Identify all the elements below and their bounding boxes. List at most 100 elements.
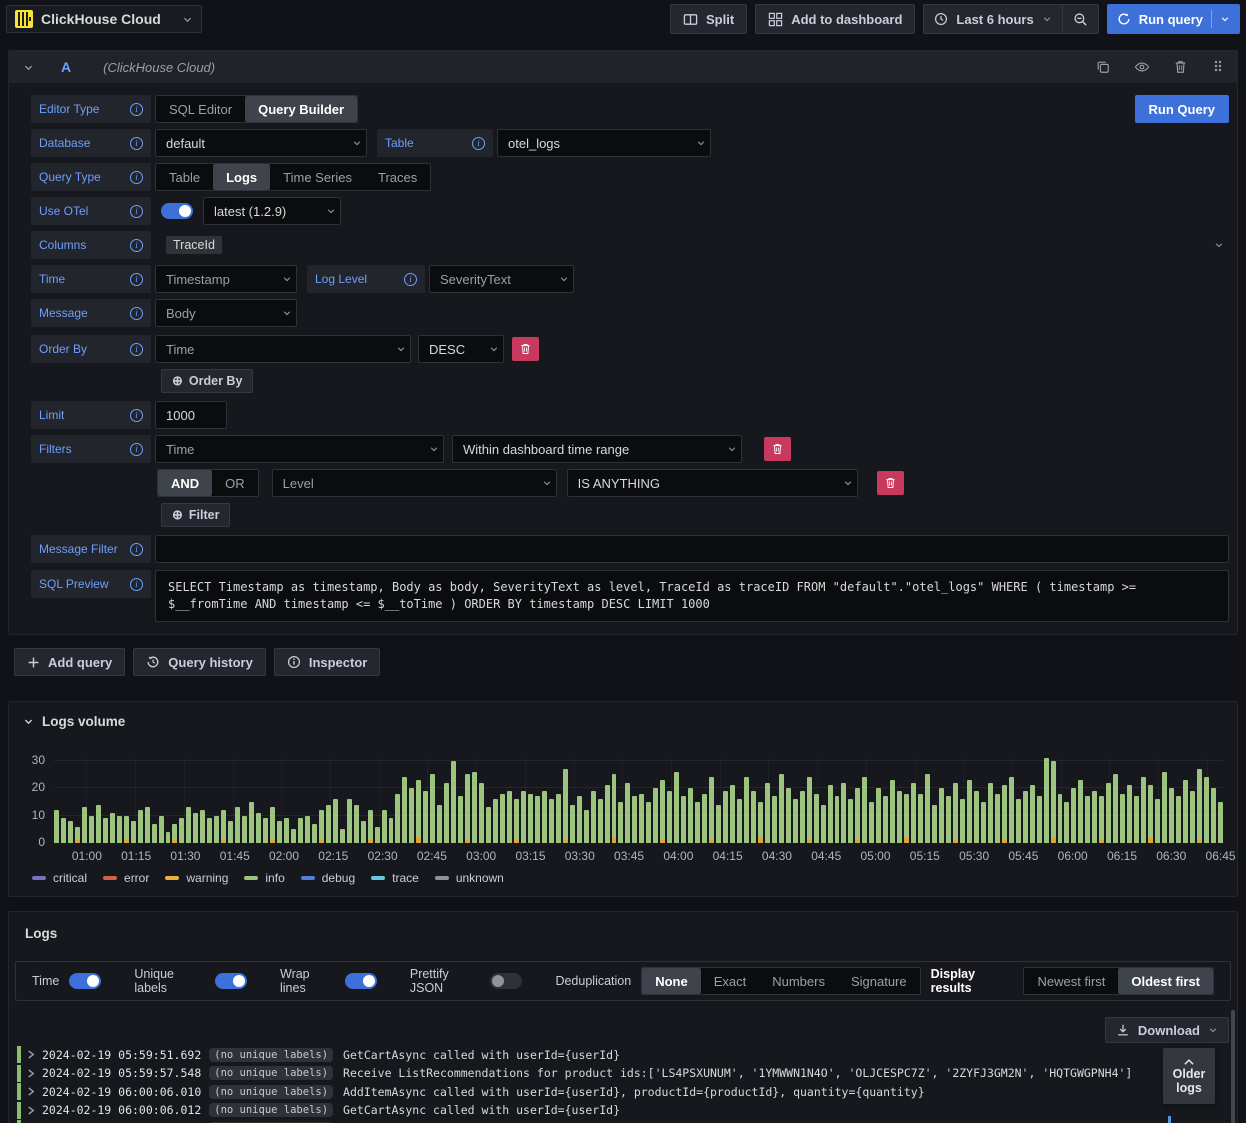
legend-item-unknown[interactable]: unknown [434, 871, 504, 885]
volume-bar[interactable] [883, 796, 889, 843]
info-circle-icon[interactable]: i [130, 204, 143, 218]
volume-bar[interactable] [611, 774, 617, 843]
sql-preview-box[interactable]: SELECT Timestamp as timestamp, Body as b… [155, 570, 1229, 622]
volume-bar[interactable] [451, 760, 457, 843]
columns-multiselect[interactable]: TraceId [155, 231, 1229, 259]
volume-bar[interactable] [918, 793, 924, 843]
volume-bar[interactable] [444, 782, 450, 843]
volume-bar[interactable] [116, 815, 122, 843]
log-row[interactable]: 2024-02-19 05:59:51.692 (no unique labels… [17, 1046, 1231, 1063]
filter-bool-or[interactable]: OR [212, 470, 258, 496]
info-circle-icon[interactable]: i [130, 238, 143, 252]
run-query-inline-button[interactable]: Run Query [1134, 95, 1229, 123]
query-ref-id[interactable]: A [61, 59, 71, 75]
volume-bar[interactable] [966, 779, 972, 843]
copy-icon[interactable] [1096, 60, 1110, 74]
info-circle-icon[interactable]: i [130, 170, 143, 184]
query-type-timeseries[interactable]: Time Series [270, 164, 365, 190]
volume-bar[interactable] [1015, 799, 1021, 843]
volume-bar[interactable] [1217, 801, 1223, 843]
add-order-by-button[interactable]: ⊕ Order By [161, 369, 254, 393]
query-history-button[interactable]: Query history [133, 648, 266, 676]
volume-bar[interactable] [932, 804, 938, 843]
remove-filter-button[interactable] [764, 437, 791, 461]
volume-bar[interactable] [1092, 790, 1098, 843]
volume-bar[interactable] [681, 796, 687, 843]
info-circle-icon[interactable]: i [130, 542, 143, 556]
info-circle-icon[interactable]: i [130, 306, 143, 320]
volume-bar[interactable] [625, 782, 631, 843]
datasource-picker[interactable]: ClickHouse Cloud [6, 5, 202, 33]
volume-bar[interactable] [416, 779, 422, 843]
volume-bar[interactable] [1064, 801, 1070, 843]
display-newest-first[interactable]: Newest first [1024, 968, 1118, 994]
volume-bar[interactable] [297, 818, 303, 843]
volume-bar[interactable] [674, 771, 680, 843]
volume-bar[interactable] [186, 807, 192, 843]
volume-bar[interactable] [1210, 788, 1216, 843]
volume-bar[interactable] [590, 790, 596, 843]
editor-type-builder[interactable]: Query Builder [245, 96, 358, 122]
volume-bar[interactable] [123, 815, 129, 843]
volume-bar[interactable] [409, 788, 415, 843]
volume-bar[interactable] [1162, 771, 1167, 843]
dedup-none[interactable]: None [642, 968, 701, 994]
logs-volume-header[interactable]: Logs volume [9, 702, 1237, 729]
filter-condition-field-select[interactable]: Level [271, 469, 557, 497]
split-button[interactable]: Split [670, 4, 748, 34]
log-level-select[interactable]: SeverityText [429, 265, 574, 293]
volume-bar[interactable] [994, 793, 1000, 843]
volume-bar[interactable] [256, 812, 262, 843]
volume-bar[interactable] [486, 807, 492, 843]
volume-bar[interactable] [144, 807, 150, 843]
zoom-out-button[interactable] [1061, 5, 1098, 33]
volume-bar[interactable] [465, 774, 471, 843]
filter-condition-operator-select[interactable]: IS ANYTHING [566, 469, 858, 497]
filter-field-select[interactable]: Time [155, 435, 444, 463]
volume-bar[interactable] [493, 799, 498, 843]
volume-bar[interactable] [102, 818, 108, 843]
volume-bar[interactable] [60, 818, 66, 843]
volume-bar[interactable] [946, 796, 951, 843]
volume-bar[interactable] [785, 788, 791, 843]
display-oldest-first[interactable]: Oldest first [1118, 968, 1214, 994]
volume-bar[interactable] [897, 790, 903, 843]
volume-bar[interactable] [1099, 796, 1105, 843]
info-circle-icon[interactable]: i [130, 408, 143, 422]
volume-bar[interactable] [639, 793, 645, 843]
legend-item-warning[interactable]: warning [165, 871, 228, 885]
volume-bar[interactable] [792, 799, 798, 843]
volume-bar[interactable] [346, 799, 352, 843]
volume-bar[interactable] [263, 818, 269, 843]
volume-bar[interactable] [74, 826, 80, 843]
volume-bar[interactable] [660, 779, 666, 843]
volume-bar[interactable] [172, 823, 178, 843]
volume-bar[interactable] [869, 801, 875, 843]
log-row[interactable]: 2024-02-19 05:59:57.548 (no unique labels… [17, 1064, 1231, 1082]
volume-bar[interactable] [388, 818, 394, 843]
volume-bar[interactable] [67, 821, 73, 843]
remove-order-by-button[interactable] [512, 337, 539, 361]
volume-bar[interactable] [723, 790, 728, 843]
add-filter-button[interactable]: ⊕ Filter [161, 503, 231, 527]
wrap-lines-toggle[interactable] [344, 973, 377, 989]
volume-bar[interactable] [841, 782, 847, 843]
volume-bar[interactable] [1134, 796, 1140, 843]
volume-bar[interactable] [353, 804, 359, 843]
time-toggle[interactable] [69, 973, 102, 989]
volume-bar[interactable] [653, 788, 659, 843]
volume-bar[interactable] [158, 815, 164, 843]
inspector-button[interactable]: Inspector [273, 648, 381, 676]
volume-bar[interactable] [1182, 779, 1188, 843]
unique-labels-toggle[interactable] [214, 973, 247, 989]
volume-bar[interactable] [1169, 788, 1174, 843]
volume-bar[interactable] [151, 823, 157, 843]
volume-bar[interactable] [88, 815, 94, 843]
remove-condition-button[interactable] [876, 471, 904, 495]
volume-bar[interactable] [757, 801, 763, 843]
volume-bar[interactable] [479, 782, 485, 843]
dedup-numbers[interactable]: Numbers [759, 968, 838, 994]
volume-bar[interactable] [952, 782, 958, 843]
logs-scrollbar[interactable] [1231, 1010, 1235, 1123]
volume-bar[interactable] [95, 804, 101, 843]
